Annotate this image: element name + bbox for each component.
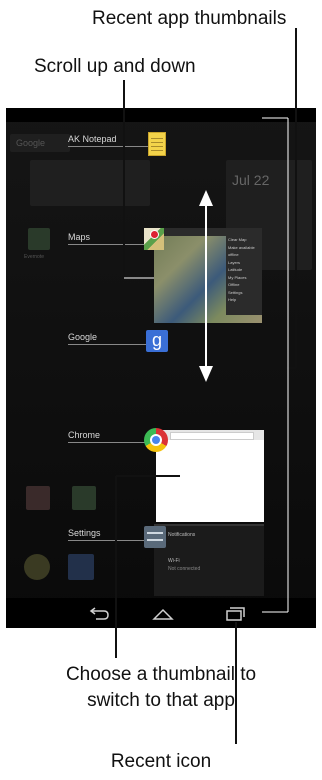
maps-menu-item[interactable]: My Places xyxy=(228,274,262,282)
callout-choose-line1: Choose a thumbnail to xyxy=(65,664,257,685)
background-search-text: Google xyxy=(16,138,46,148)
maps-menu-item[interactable]: Offline xyxy=(228,281,262,289)
recent-app-label-google: Google xyxy=(68,332,98,342)
maps-menu-item[interactable]: Make available offline xyxy=(228,244,262,259)
settings-item: Notifications xyxy=(168,532,196,538)
background-evernote-icon xyxy=(28,228,50,250)
settings-item: Wi-Fi xyxy=(168,558,180,564)
back-icon[interactable] xyxy=(88,606,110,622)
maps-menu-item[interactable]: Clear Map xyxy=(228,236,262,244)
background-date: Jul 22 xyxy=(232,172,270,188)
google-icon[interactable]: g xyxy=(146,330,168,352)
recent-app-line-settings xyxy=(68,540,148,541)
maps-menu-item[interactable]: Settings xyxy=(228,289,262,297)
settings-thumbnail[interactable]: Notifications Wi-Fi Not connected xyxy=(154,524,264,596)
background-evernote-label: Evernote xyxy=(24,254,45,260)
recent-app-label-settings: Settings xyxy=(68,528,101,538)
maps-menu-item[interactable]: Latitude xyxy=(228,266,262,274)
notepad-icon[interactable] xyxy=(148,132,166,156)
recent-app-line-notepad xyxy=(68,146,148,147)
recent-app-line-google xyxy=(68,344,148,345)
recent-apps-icon[interactable] xyxy=(224,606,246,622)
callout-recent-icon: Recent icon xyxy=(110,751,212,772)
recent-app-line-maps xyxy=(68,244,148,245)
maps-icon[interactable] xyxy=(144,228,164,250)
maps-menu: Clear Map Make available offline Layers … xyxy=(226,236,262,315)
background-weather-widget xyxy=(30,160,150,206)
recent-app-label-maps: Maps xyxy=(68,232,91,242)
navigation-bar xyxy=(6,598,316,628)
callout-scroll: Scroll up and down xyxy=(34,56,196,77)
background-dock-icon-1 xyxy=(26,486,50,510)
chrome-thumbnail[interactable] xyxy=(156,430,264,522)
callout-choose-line2: switch to that app xyxy=(87,690,235,711)
settings-item: Not connected xyxy=(168,566,201,572)
background-dock-icon-3 xyxy=(24,554,50,580)
background-dock-icon-4 xyxy=(68,554,94,580)
status-bar xyxy=(6,108,316,122)
recent-app-line-chrome xyxy=(68,442,148,443)
phone-screen: Google Jul 22 Evernote AK Notepad Maps C… xyxy=(6,108,316,628)
background-dock-icon-2 xyxy=(72,486,96,510)
settings-icon[interactable] xyxy=(144,526,166,548)
maps-menu-item[interactable]: Layers xyxy=(228,259,262,267)
maps-thumbnail[interactable]: Clear Map Make available offline Layers … xyxy=(154,228,262,323)
home-icon[interactable] xyxy=(152,606,174,622)
callout-recent-thumbnails: Recent app thumbnails xyxy=(92,8,287,29)
maps-menu-item[interactable]: Help xyxy=(228,296,262,304)
recent-app-label-notepad: AK Notepad xyxy=(68,134,117,144)
recent-app-label-chrome: Chrome xyxy=(68,430,101,440)
chrome-icon[interactable] xyxy=(144,428,168,452)
